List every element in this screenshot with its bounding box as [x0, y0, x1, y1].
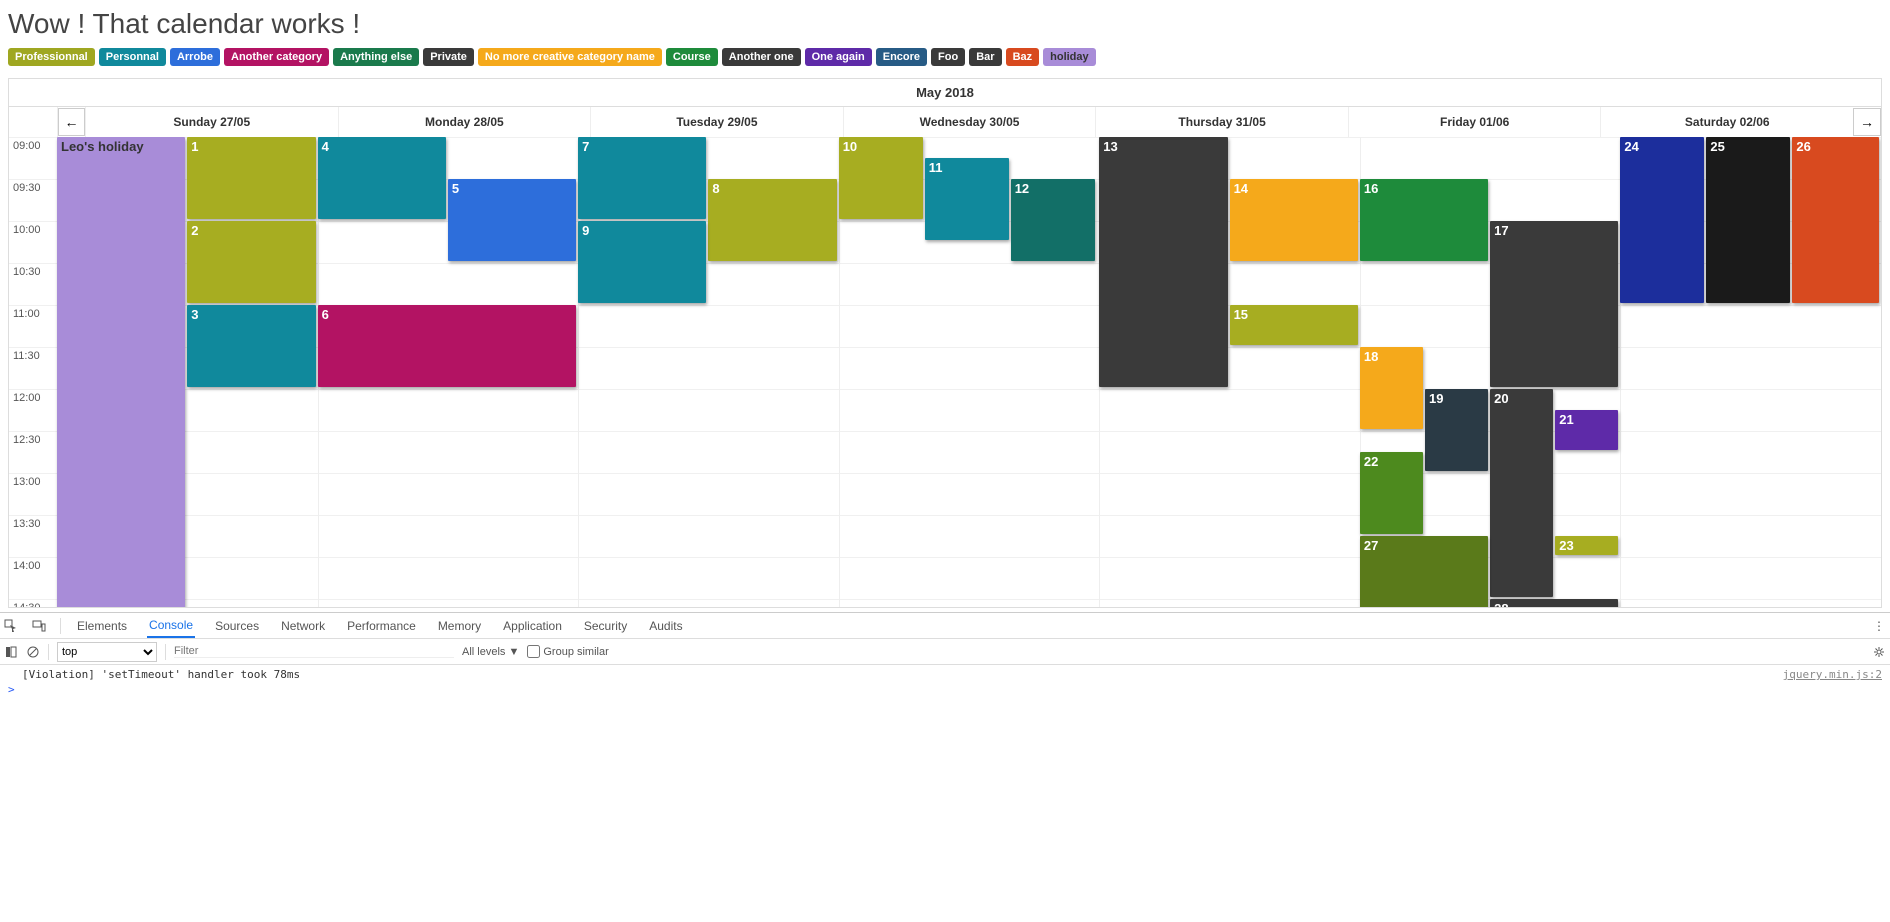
devtools-tab[interactable]: Audits	[647, 613, 684, 638]
prev-week-button[interactable]: ←	[58, 108, 85, 136]
next-week-button[interactable]: →	[1853, 108, 1881, 136]
console-log-line[interactable]: [Violation] 'setTimeout' handler took 78…	[0, 667, 1890, 682]
calendar-event[interactable]: Leo's holiday	[57, 137, 185, 607]
category-badge[interactable]: Another one	[722, 48, 801, 66]
filter-input[interactable]	[174, 645, 454, 658]
calendar-event[interactable]: 4	[318, 137, 446, 219]
category-badge[interactable]: Bar	[969, 48, 1001, 66]
console-settings-icon[interactable]	[1872, 645, 1886, 659]
log-message: [Violation] 'setTimeout' handler took 78…	[22, 668, 300, 681]
group-similar-checkbox[interactable]: Group similar	[527, 645, 608, 658]
calendar: May 2018 ← Sunday 27/05Monday 28/05Tuesd…	[8, 78, 1882, 608]
time-column: 09:0009:3010:0010:3011:0011:3012:0012:30…	[9, 137, 57, 607]
calendar-event[interactable]: 20	[1490, 389, 1553, 597]
devtools-panel: Elements Console Sources Network Performance…	[0, 612, 1890, 699]
category-badge[interactable]: Baz	[1006, 48, 1040, 66]
time-label: 14:00	[9, 557, 57, 599]
time-label: 14:30	[9, 599, 57, 607]
calendar-event[interactable]: 17	[1490, 221, 1618, 387]
category-list: ProfessionnalPersonnalArrobeAnother cate…	[8, 48, 1882, 66]
time-label: 13:00	[9, 473, 57, 515]
calendar-event[interactable]: 13	[1099, 137, 1227, 387]
time-label: 11:00	[9, 305, 57, 347]
calendar-event[interactable]: 23	[1555, 536, 1618, 555]
calendar-event[interactable]: 12	[1011, 179, 1095, 261]
context-select[interactable]: top	[57, 642, 157, 662]
category-badge[interactable]: Professionnal	[8, 48, 95, 66]
devtools-tab[interactable]: Network	[279, 613, 327, 638]
calendar-title: May 2018	[9, 79, 1881, 106]
console-body: [Violation] 'setTimeout' handler took 78…	[0, 665, 1890, 699]
category-badge[interactable]: Foo	[931, 48, 965, 66]
time-label: 13:30	[9, 515, 57, 557]
console-prompt[interactable]: >	[0, 682, 1890, 697]
calendar-event[interactable]: 15	[1230, 305, 1358, 345]
day-header-row: ← Sunday 27/05Monday 28/05Tuesday 29/05W…	[9, 106, 1881, 137]
calendar-event[interactable]: 18	[1360, 347, 1423, 429]
category-badge[interactable]: Personnal	[99, 48, 166, 66]
time-label: 12:00	[9, 389, 57, 431]
calendar-event[interactable]: 26	[1792, 137, 1879, 303]
category-badge[interactable]: Anything else	[333, 48, 419, 66]
calendar-event[interactable]: 16	[1360, 179, 1488, 261]
calendar-event[interactable]: 22	[1360, 452, 1423, 534]
category-badge[interactable]: Encore	[876, 48, 927, 66]
inspect-icon[interactable]	[4, 619, 18, 633]
day-header: Monday 28/05	[338, 107, 591, 137]
calendar-event[interactable]: 2	[187, 221, 315, 303]
log-levels-dropdown[interactable]: All levels ▼	[462, 646, 519, 658]
calendar-event[interactable]: 6	[318, 305, 577, 387]
page-title: Wow ! That calendar works !	[8, 8, 1882, 40]
devtools-menu-icon[interactable]: ⋮	[1872, 619, 1886, 633]
calendar-event[interactable]: 3	[187, 305, 315, 387]
category-badge[interactable]: Arrobe	[170, 48, 220, 66]
time-label: 09:30	[9, 179, 57, 221]
calendar-event[interactable]: 5	[448, 179, 576, 261]
day-header: Sunday 27/05	[85, 107, 338, 137]
calendar-event[interactable]: 9	[578, 221, 706, 303]
calendar-event[interactable]: 11	[925, 158, 1009, 240]
devtools-tab[interactable]: Application	[501, 613, 564, 638]
calendar-event[interactable]: 21	[1555, 410, 1618, 450]
calendar-event[interactable]: 10	[839, 137, 923, 219]
time-label: 10:00	[9, 221, 57, 263]
devtools-tab[interactable]: Console	[147, 613, 195, 638]
device-toggle-icon[interactable]	[32, 619, 46, 633]
time-label: 11:30	[9, 347, 57, 389]
category-badge[interactable]: Private	[423, 48, 474, 66]
calendar-event[interactable]: 24	[1620, 137, 1704, 303]
log-source-link[interactable]: jquery.min.js:2	[1783, 668, 1882, 681]
devtools-tabs: Elements Console Sources Network Performance…	[0, 613, 1890, 639]
calendar-event[interactable]: 28	[1490, 599, 1618, 607]
day-header: Thursday 31/05	[1095, 107, 1348, 137]
toggle-console-icon[interactable]	[4, 645, 18, 659]
devtools-tab[interactable]: Sources	[213, 613, 261, 638]
day-header: Wednesday 30/05	[843, 107, 1096, 137]
category-badge[interactable]: One again	[805, 48, 872, 66]
category-badge[interactable]: Another category	[224, 48, 329, 66]
devtools-tab[interactable]: Memory	[436, 613, 483, 638]
devtools-tab[interactable]: Elements	[75, 613, 129, 638]
clear-console-icon[interactable]	[26, 645, 40, 659]
day-header: Saturday 02/06	[1600, 107, 1853, 137]
devtools-tab[interactable]: Security	[582, 613, 629, 638]
time-label: 10:30	[9, 263, 57, 305]
calendar-event[interactable]: 8	[708, 179, 836, 261]
calendar-event[interactable]: 25	[1706, 137, 1790, 303]
day-header: Tuesday 29/05	[590, 107, 843, 137]
category-badge[interactable]: No more creative category name	[478, 48, 662, 66]
day-header: Friday 01/06	[1348, 107, 1601, 137]
devtools-tab[interactable]: Performance	[345, 613, 418, 638]
calendar-event[interactable]: 1	[187, 137, 315, 219]
category-badge[interactable]: holiday	[1043, 48, 1096, 66]
time-label: 12:30	[9, 431, 57, 473]
category-badge[interactable]: Course	[666, 48, 718, 66]
calendar-event[interactable]: 19	[1425, 389, 1488, 471]
calendar-event[interactable]: 7	[578, 137, 706, 219]
time-label: 09:00	[9, 137, 57, 179]
calendar-event[interactable]: 27	[1360, 536, 1488, 607]
devtools-filter-row: top All levels ▼ Group similar	[0, 639, 1890, 665]
calendar-grid: 09:0009:3010:0010:3011:0011:3012:0012:30…	[9, 137, 1881, 607]
calendar-event[interactable]: 14	[1230, 179, 1358, 261]
